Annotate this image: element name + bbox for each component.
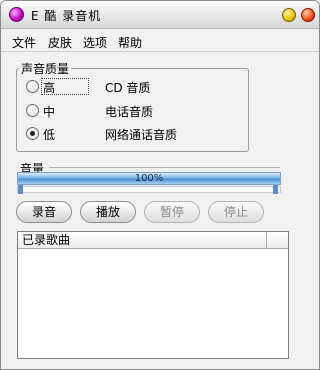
volume-slider-start (18, 185, 23, 194)
quality-low-label[interactable]: 低 (43, 126, 55, 143)
close-button[interactable] (301, 8, 315, 22)
quality-medium-radio[interactable] (26, 104, 39, 117)
volume-percent: 100% (134, 173, 164, 184)
title-bar[interactable]: E 酷 录音机 (1, 1, 319, 29)
menu-file[interactable]: 文件 (12, 34, 36, 51)
stop-button[interactable]: 停止 (208, 201, 264, 223)
list-header: 已录歌曲 (18, 232, 288, 249)
app-icon (9, 7, 24, 22)
quality-medium-label[interactable]: 中 (43, 103, 55, 120)
volume-divider (49, 167, 280, 168)
window-title: E 酷 录音机 (31, 9, 102, 23)
pause-button[interactable]: 暂停 (144, 201, 200, 223)
volume-meter: 100% (17, 172, 281, 185)
quality-medium-description: 电话音质 (105, 105, 154, 119)
menu-skin[interactable]: 皮肤 (48, 34, 72, 51)
app-window: E 酷 录音机 文件 皮肤 选项 帮助 声音质量 高 CD 音质 中 电话音质 … (0, 0, 320, 370)
record-button[interactable]: 录音 (16, 201, 72, 223)
quality-high-label[interactable]: 高 (43, 79, 55, 96)
column-header-recorded-songs[interactable]: 已录歌曲 (18, 232, 267, 249)
quality-group-title: 声音质量 (19, 60, 72, 77)
menu-help[interactable]: 帮助 (118, 34, 142, 51)
recorded-songs-list[interactable]: 已录歌曲 (17, 231, 289, 359)
play-button[interactable]: 播放 (80, 201, 136, 223)
minimize-button[interactable] (282, 8, 296, 22)
quality-high-description: CD 音质 (105, 81, 151, 95)
volume-slider-thumb[interactable] (273, 185, 278, 194)
menu-options[interactable]: 选项 (83, 34, 107, 51)
quality-low-radio[interactable] (26, 127, 39, 140)
quality-high-radio[interactable] (26, 80, 39, 93)
volume-slider[interactable] (17, 186, 281, 193)
quality-low-description: 网络通话音质 (105, 128, 178, 142)
menu-bar: 文件 皮肤 选项 帮助 (1, 30, 319, 52)
